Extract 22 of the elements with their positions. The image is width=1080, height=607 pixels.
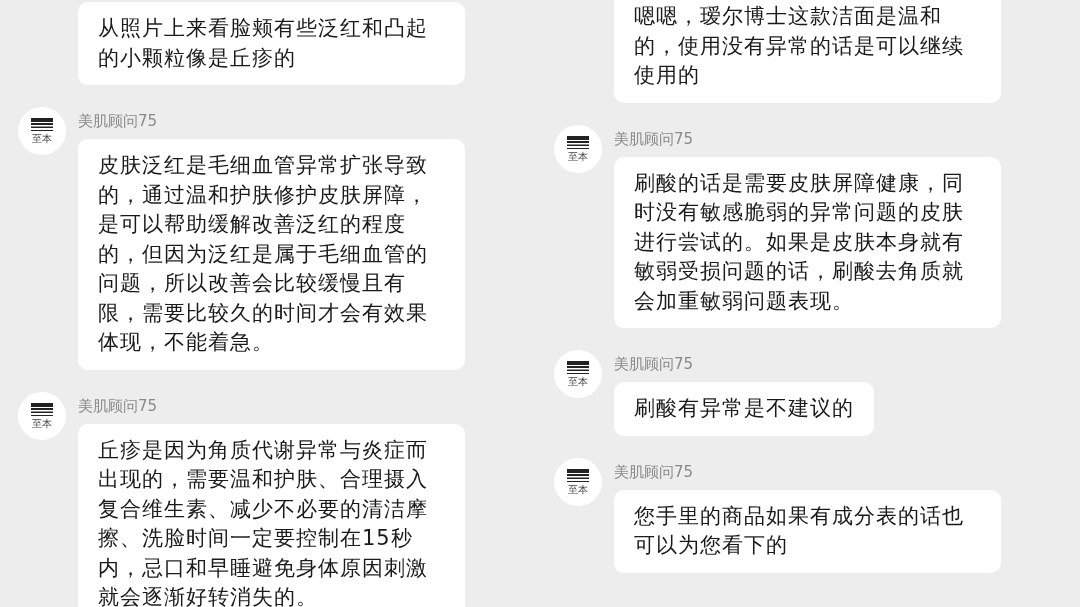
avatar-label: 至本 [568,484,588,495]
sender-name: 美肌顾问75 [614,461,695,482]
stripes-icon [567,135,589,150]
avatar-label: 至本 [32,418,52,429]
stripes-icon [31,402,53,417]
avatar-label: 至本 [568,377,588,387]
stripes-icon [567,468,589,483]
sender-name: 美肌顾问75 [614,354,695,374]
sender-name: 美肌顾问75 [78,111,159,131]
avatar-label: 至本 [568,151,588,162]
message-bubble: 您手里的商品如果有成分表的话也可以为您看下的 [614,489,1001,573]
message-bubble: 刷酸有异常是不建议的 [614,382,874,436]
message-bubble: 刷酸的话是需要皮肤屏障健康，同时没有敏感脆弱的异常问题的皮肤进行尝试的。如果是皮肤本身就有敏弱受损问题的话，刷酸去角质就会加重敏弱问题表现。 [614,156,1001,328]
message-bubble: 皮肤泛红是毛细血管异常扩张导致的，通过温和护肤修护皮肤屏障，是可以帮助缓解改善泛红的程度的，但因为泛红是属于毛细血管的问题，所以改善会比较缓慢且有限，需要比较久的时间才会有效果体现，不能着急。 [78,139,465,370]
stripes-icon [31,118,53,132]
stripes-icon [567,361,589,375]
message-bubble: 嗯嗯，瑷尔博士这款洁面是温和的，使用没有异常的话是可以继续使用的 [614,0,1001,103]
avatar-label: 至本 [32,134,52,144]
message-bubble: 从照片上来看脸颊有些泛红和凸起的小颗粒像是丘疹的 [78,2,465,85]
sender-name: 美肌顾问75 [78,395,159,416]
message-bubble: 丘疹是因为角质代谢异常与炎症而出现的，需要温和护肤、合理摄入复合维生素、减少不必要的清洁摩擦、洗脸时间一定要控制在15秒内，忌口和早睡避免身体原因刺激就会逐渐好转消失的。 [78,423,465,607]
sender-name: 美肌顾问75 [614,128,695,149]
